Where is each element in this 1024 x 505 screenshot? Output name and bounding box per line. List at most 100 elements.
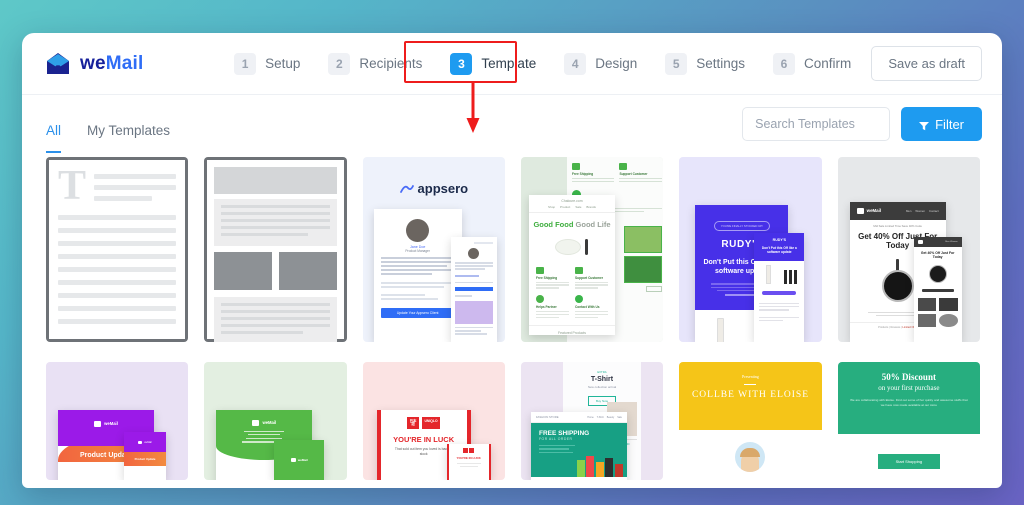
brand-name-we: we [80,53,106,74]
filter-button[interactable]: Filter [901,107,982,141]
step-setup[interactable]: 1 Setup [220,52,314,75]
free-shipping-sub: FOR ALL ORDER [538,437,573,441]
rudys-eyebrow: YOU'RE FINALLY STOCKED UP! [713,221,770,231]
save-as-draft-button[interactable]: Save as draft [871,46,982,81]
step-number: 6 [773,52,796,75]
brand-name: weMail [80,54,144,73]
template-card-uniqlo-luck[interactable]: 日本語 UNIQLO YOU'RE IN LUCK That sold out … [362,362,505,480]
uniqlo-headline: YOU'RE IN LUCK [456,456,481,460]
envelope-icon [917,240,923,244]
envelope-icon [138,440,143,444]
step-nav: 1 Setup 2 Recipients 3 Template 4 Design… [214,52,871,75]
brand-logo[interactable]: weMail [44,52,234,75]
rudys-preview: YOU'RE FINALLY STOCKED UP! RUDY'S Don't … [679,157,821,342]
feature-label: Support Customer [574,276,603,280]
discount-cta-button: Start Shopping [877,454,941,469]
collbe-eloise-preview: Presenting COLLBE WITH ELOISE [679,362,822,480]
campaign-builder-card: weMail 1 Setup 2 Recipients 3 Template 4… [22,33,1002,488]
headline-b: Good Life [575,220,611,229]
step-number: 1 [234,52,257,75]
step-number: 2 [328,52,351,75]
envelope-icon [252,420,260,426]
discount-sub: on your first purchase [878,384,940,392]
template-card-blank-text[interactable]: T [46,157,189,342]
step-number: 3 [450,52,473,75]
tshirt-sub: New collection arrival [587,385,617,389]
envelope-icon [44,52,72,75]
step-label: Recipients [359,56,423,71]
wireframe-layout-preview [204,157,347,342]
step-confirm[interactable]: 6 Confirm [759,52,865,75]
brand-name-mail: Mail [105,53,144,74]
template-card-good-food[interactable]: Free Shipping Support Customer Contact W… [520,157,664,342]
step-label: Setup [265,56,301,71]
feature-label: Free Shipping [571,172,594,176]
brand-label: weMail [104,421,118,427]
step-settings[interactable]: 5 Settings [651,52,759,75]
product-update-preview: weMail Product Update weMail Product Upd… [46,362,188,480]
good-food-preview: Free Shipping Support Customer Contact W… [521,157,664,342]
discount-headline: 50% Discount [881,372,936,382]
wireframe-text-preview: T [46,157,189,342]
template-card-product-update[interactable]: weMail Product Update weMail Product Upd… [46,362,189,480]
nav-item: Men [905,208,912,213]
step-number: 5 [665,52,688,75]
funnel-icon [919,119,930,131]
step-design[interactable]: 4 Design [550,52,651,75]
watch-headline: Get 40% Off Just For Today [920,251,955,259]
template-grid-row-1: T appsero Jane Doe Product Manager Updat… [22,153,1002,342]
step-label: Confirm [804,56,852,71]
template-card-free-shipping[interactable]: EXTRA T-Shirt New collection arrival Buy… [520,362,664,480]
tshirt-title: T-Shirt [590,376,614,383]
uniqlo-headline: YOU'RE IN LUCK [393,435,455,445]
template-card-discount-50[interactable]: 50% Discount on your first purchase We a… [837,362,980,480]
step-recipients[interactable]: 2 Recipients [314,52,436,75]
template-card-basic-layout[interactable] [204,157,347,342]
nav-item: Contact [929,208,939,213]
brand-label: weMail [262,420,277,426]
step-number: 4 [564,52,587,75]
footer-label: Featured Products [528,324,615,340]
step-label: Template [481,56,537,71]
template-letter-glyph: T [58,163,87,209]
brand-label: weMail [144,440,152,444]
nav-item: Women [915,208,926,213]
free-shipping-preview: EXTRA T-Shirt New collection arrival Buy… [521,362,663,480]
appsero-preview: appsero Jane Doe Product Manager Update … [363,157,505,342]
brand-label: weMail [297,458,308,462]
envelope-icon [94,421,102,427]
template-card-collbe-eloise[interactable]: Presenting COLLBE WITH ELOISE [679,362,822,480]
feature-label: Free Shipping [535,276,558,280]
filter-label: Filter [935,116,964,132]
watch-strip: Mid Sale Limited Time Save 40% Code [873,223,922,228]
appsero-cta-button: Update Your Appsero Client [380,308,455,318]
step-label: Settings [696,56,746,71]
search-templates-input[interactable] [742,107,891,141]
uniqlo-luck-preview: 日本語 UNIQLO YOU'RE IN LUCK That sold out … [363,362,505,480]
template-card-green-card[interactable]: weMail weMail [204,362,347,480]
discount-50-preview: 50% Discount on your first purchase We a… [837,362,980,480]
template-tabs: All My Templates [46,95,170,153]
collbe-eyebrow: Presenting [742,374,759,379]
template-grid-row-2: weMail Product Update weMail Product Upd… [22,358,1002,480]
appsero-person-role: Product Manager [405,249,430,253]
feature-label: Support Customer [619,172,648,176]
envelope-icon [856,208,864,214]
green-card-preview: weMail weMail [204,362,346,480]
watch-sale-preview: weMail Men Women Contact Mid Sale Limite… [838,157,980,342]
headline-a: Good Food [533,220,574,229]
template-card-watch-sale[interactable]: weMail Men Women Contact Mid Sale Limite… [837,157,980,342]
templates-toolbar: All My Templates Filter [22,95,1002,153]
rudys-headline: Don't Put this Off like a software updat… [761,246,797,255]
appsero-brand: appsero [417,181,469,196]
template-card-appsero[interactable]: appsero Jane Doe Product Manager Update … [362,157,505,342]
tab-all[interactable]: All [46,123,62,153]
watch-brand: weMail [866,208,882,214]
uniqlo-brand: UNIQLO [421,417,441,430]
envelope-icon [290,458,296,462]
collbe-headline: COLLBE WITH ELOISE [691,390,809,400]
step-label: Design [595,56,638,71]
template-card-rudys[interactable]: YOU'RE FINALLY STOCKED UP! RUDY'S Don't … [679,157,822,342]
tab-my-templates[interactable]: My Templates [87,123,170,153]
step-template[interactable]: 3 Template [436,52,550,75]
